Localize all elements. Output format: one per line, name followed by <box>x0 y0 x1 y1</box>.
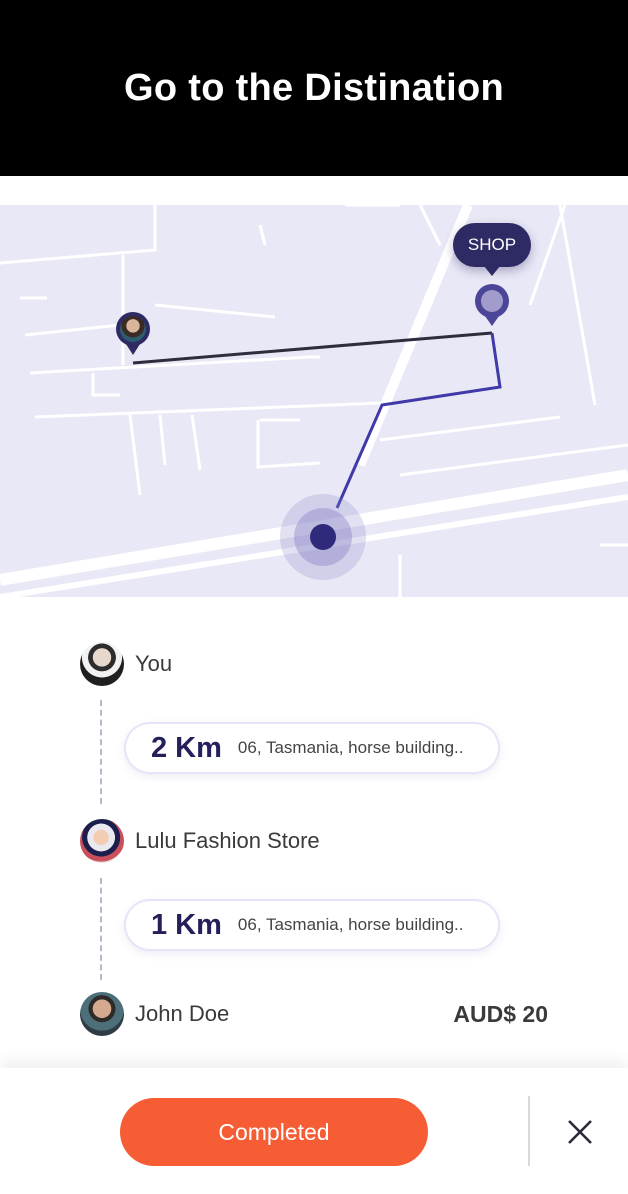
stop-name: John Doe <box>135 1001 230 1026</box>
close-icon <box>568 1120 592 1144</box>
shop-location-pin[interactable] <box>475 284 509 326</box>
timeline-connector <box>100 700 102 804</box>
avatar <box>80 642 124 686</box>
stop-name: Lulu Fashion Store <box>135 828 320 853</box>
avatar <box>80 992 124 1036</box>
bottom-action-bar: Completed <box>0 1068 628 1194</box>
divider <box>528 1096 530 1166</box>
shop-pin-dot <box>481 290 503 312</box>
close-button[interactable] <box>560 1112 600 1152</box>
current-location-halo <box>294 508 352 566</box>
stop-name: You <box>135 651 173 676</box>
leg-distance-card[interactable]: 1 Km 06, Tasmania, horse building.. <box>126 901 498 949</box>
leg-distance-card[interactable]: 2 Km 06, Tasmania, horse building.. <box>126 724 498 772</box>
completed-button[interactable]: Completed <box>120 1098 428 1166</box>
leg-distance: 1 Km <box>151 908 222 941</box>
header-bar: Go to the Distination <box>0 0 628 176</box>
stop-you: You <box>80 642 172 686</box>
leg-address: 06, Tasmania, horse building.. <box>237 738 464 757</box>
timeline-connector <box>100 878 102 980</box>
user-avatar-thumb <box>120 316 146 342</box>
avatar <box>80 819 124 863</box>
leg-distance: 2 Km <box>151 731 222 764</box>
shop-label-bubble[interactable]: SHOP <box>453 223 531 276</box>
trip-price: AUD$ 20 <box>453 1001 548 1027</box>
user-location-pin[interactable] <box>116 312 150 355</box>
leg-address: 06, Tasmania, horse building.. <box>237 915 464 934</box>
stop-driver: John Doe <box>80 992 229 1036</box>
route-map[interactable]: SHOP <box>0 205 628 597</box>
stop-store: Lulu Fashion Store <box>80 819 320 863</box>
current-location-dot <box>310 524 336 550</box>
current-location-marker <box>280 494 366 580</box>
page-title: Go to the Distination <box>124 66 504 109</box>
